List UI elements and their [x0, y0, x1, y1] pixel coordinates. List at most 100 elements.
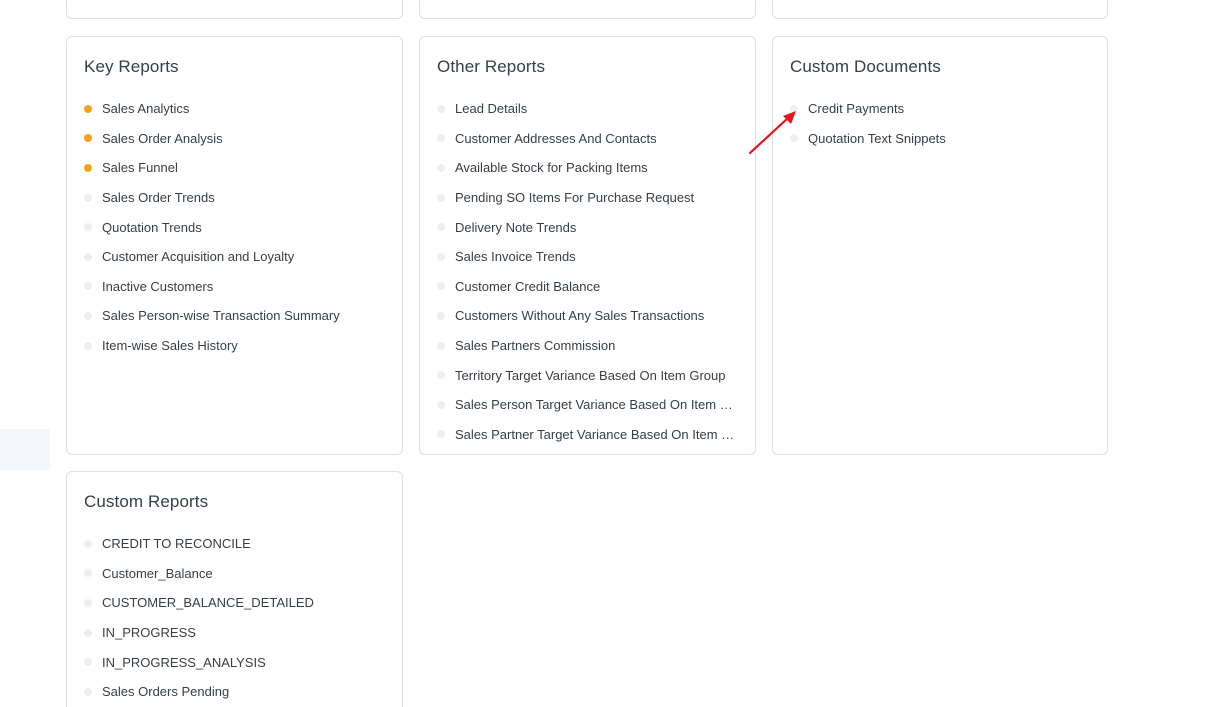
status-dot-icon: [790, 104, 798, 113]
link-item[interactable]: Sales Person Target Variance Based On It…: [437, 390, 741, 420]
link-item[interactable]: Credit Payments: [790, 94, 1093, 124]
status-dot-icon: [84, 687, 92, 696]
link-label: Delivery Note Trends: [455, 219, 577, 235]
link-label: Customers Without Any Sales Transactions: [455, 308, 705, 324]
link-label: Pending SO Items For Purchase Request: [455, 190, 695, 206]
status-dot-icon: [84, 134, 92, 143]
link-item[interactable]: Customers Without Any Sales Transactions: [437, 301, 741, 331]
link-item[interactable]: IN_PROGRESS_ANALYSIS: [84, 647, 388, 677]
link-label: IN_PROGRESS: [102, 625, 196, 641]
link-item[interactable]: Sales Analytics: [84, 94, 388, 124]
link-item[interactable]: CREDIT TO RECONCILE: [84, 529, 388, 559]
link-label: Sales Orders Pending: [102, 684, 230, 700]
status-dot-icon: [437, 341, 445, 350]
card-custom-reports: Custom Reports CREDIT TO RECONCILE Custom…: [66, 471, 403, 707]
link-item[interactable]: Sales Partner Target Variance Based On I…: [437, 420, 741, 450]
link-label: Sales Analytics: [102, 101, 190, 117]
card-top-middle: [419, 0, 756, 19]
link-item[interactable]: Sales Order Analysis: [84, 124, 388, 154]
link-label: Customer Addresses And Contacts: [455, 130, 657, 146]
link-label: Item-wise Sales History: [102, 338, 238, 354]
card-title: Key Reports: [84, 57, 179, 76]
link-item[interactable]: Item-wise Sales History: [84, 331, 388, 361]
link-item[interactable]: Customer Addresses And Contacts: [437, 124, 741, 154]
link-label: Sales Partners Commission: [455, 338, 616, 354]
link-list: Sales Analytics Sales Order Analysis Sales…: [84, 94, 388, 360]
status-dot-icon: [84, 223, 92, 232]
link-item[interactable]: Pending SO Items For Purchase Request: [437, 183, 741, 213]
status-dot-icon: [790, 134, 798, 143]
status-dot-icon: [437, 430, 445, 439]
status-dot-icon: [84, 311, 92, 320]
link-label: Sales Invoice Trends: [455, 249, 576, 265]
status-dot-icon: [84, 628, 92, 637]
link-label: Sales Person Target Variance Based On It…: [455, 397, 741, 413]
status-dot-icon: [437, 252, 445, 261]
link-item[interactable]: Sales Orders Pending: [84, 677, 388, 707]
link-list: CREDIT TO RECONCILE Customer_Balance CUSTO…: [84, 529, 388, 707]
status-dot-icon: [84, 341, 92, 350]
link-label: Sales Funnel: [102, 160, 178, 176]
link-item[interactable]: Lead Details: [437, 94, 741, 124]
workspace-page: Key Reports Sales Analytics Sales Order A…: [0, 0, 1212, 707]
link-item[interactable]: Available Stock for Packing Items: [437, 153, 741, 183]
link-label: CREDIT TO RECONCILE: [102, 536, 251, 552]
card-other-reports: Other Reports Lead Details Customer Addre…: [419, 36, 756, 455]
link-item[interactable]: Sales Order Trends: [84, 183, 388, 213]
status-dot-icon: [84, 282, 92, 291]
link-label: Available Stock for Packing Items: [455, 160, 648, 176]
link-item[interactable]: Territory Target Variance Based On Item …: [437, 360, 741, 390]
sidebar-active-item[interactable]: [0, 429, 50, 470]
link-label: Sales Person-wise Transaction Summary: [102, 308, 340, 324]
card-custom-documents: Custom Documents Credit Payments Quotatio…: [772, 36, 1108, 455]
link-label: CUSTOMER_BALANCE_DETAILED: [102, 595, 314, 611]
link-item[interactable]: Customer_Balance: [84, 559, 388, 589]
link-label: Territory Target Variance Based On Item …: [455, 367, 726, 383]
link-item[interactable]: Inactive Customers: [84, 272, 388, 302]
link-item[interactable]: Sales Invoice Trends: [437, 242, 741, 272]
link-label: Sales Order Analysis: [102, 130, 223, 146]
link-item[interactable]: Customer Credit Balance: [437, 272, 741, 302]
link-label: IN_PROGRESS_ANALYSIS: [102, 654, 266, 670]
card-title: Other Reports: [437, 57, 546, 76]
link-label: Quotation Text Snippets: [808, 130, 946, 146]
link-label: Sales Partner Target Variance Based On I…: [455, 426, 741, 442]
link-item[interactable]: Customer Acquisition and Loyalty: [84, 242, 388, 272]
link-label: Quotation Trends: [102, 219, 202, 235]
status-dot-icon: [437, 193, 445, 202]
link-item[interactable]: Sales Partners Commission: [437, 331, 741, 361]
status-dot-icon: [84, 658, 92, 667]
link-item[interactable]: Quotation Text Snippets: [790, 124, 1093, 154]
status-dot-icon: [437, 311, 445, 320]
card-title: Custom Reports: [84, 492, 209, 511]
status-dot-icon: [84, 163, 92, 172]
status-dot-icon: [437, 163, 445, 172]
link-item[interactable]: Delivery Note Trends: [437, 212, 741, 242]
link-item[interactable]: IN_PROGRESS: [84, 618, 388, 648]
link-list: Credit Payments Quotation Text Snippets: [790, 94, 1093, 153]
status-dot-icon: [84, 193, 92, 202]
status-dot-icon: [84, 252, 92, 261]
status-dot-icon: [84, 598, 92, 607]
card-top-right: [772, 0, 1108, 19]
status-dot-icon: [84, 539, 92, 548]
link-item[interactable]: Quotation Trends: [84, 212, 388, 242]
card-top-left: [66, 0, 403, 19]
link-label: Customer_Balance: [102, 565, 213, 581]
link-label: Credit Payments: [808, 101, 905, 117]
link-item[interactable]: CUSTOMER_BALANCE_DETAILED: [84, 588, 388, 618]
card-key-reports: Key Reports Sales Analytics Sales Order A…: [66, 36, 403, 455]
status-dot-icon: [437, 371, 445, 380]
link-list: Lead Details Customer Addresses And Conta…: [437, 94, 741, 449]
status-dot-icon: [437, 400, 445, 409]
link-item[interactable]: Sales Person-wise Transaction Summary: [84, 301, 388, 331]
link-item[interactable]: Sales Funnel: [84, 153, 388, 183]
link-label: Inactive Customers: [102, 278, 214, 294]
status-dot-icon: [437, 282, 445, 291]
card-title: Custom Documents: [790, 57, 941, 76]
status-dot-icon: [84, 104, 92, 113]
link-label: Lead Details: [455, 101, 528, 117]
link-label: Customer Credit Balance: [455, 278, 601, 294]
status-dot-icon: [437, 134, 445, 143]
status-dot-icon: [437, 223, 445, 232]
